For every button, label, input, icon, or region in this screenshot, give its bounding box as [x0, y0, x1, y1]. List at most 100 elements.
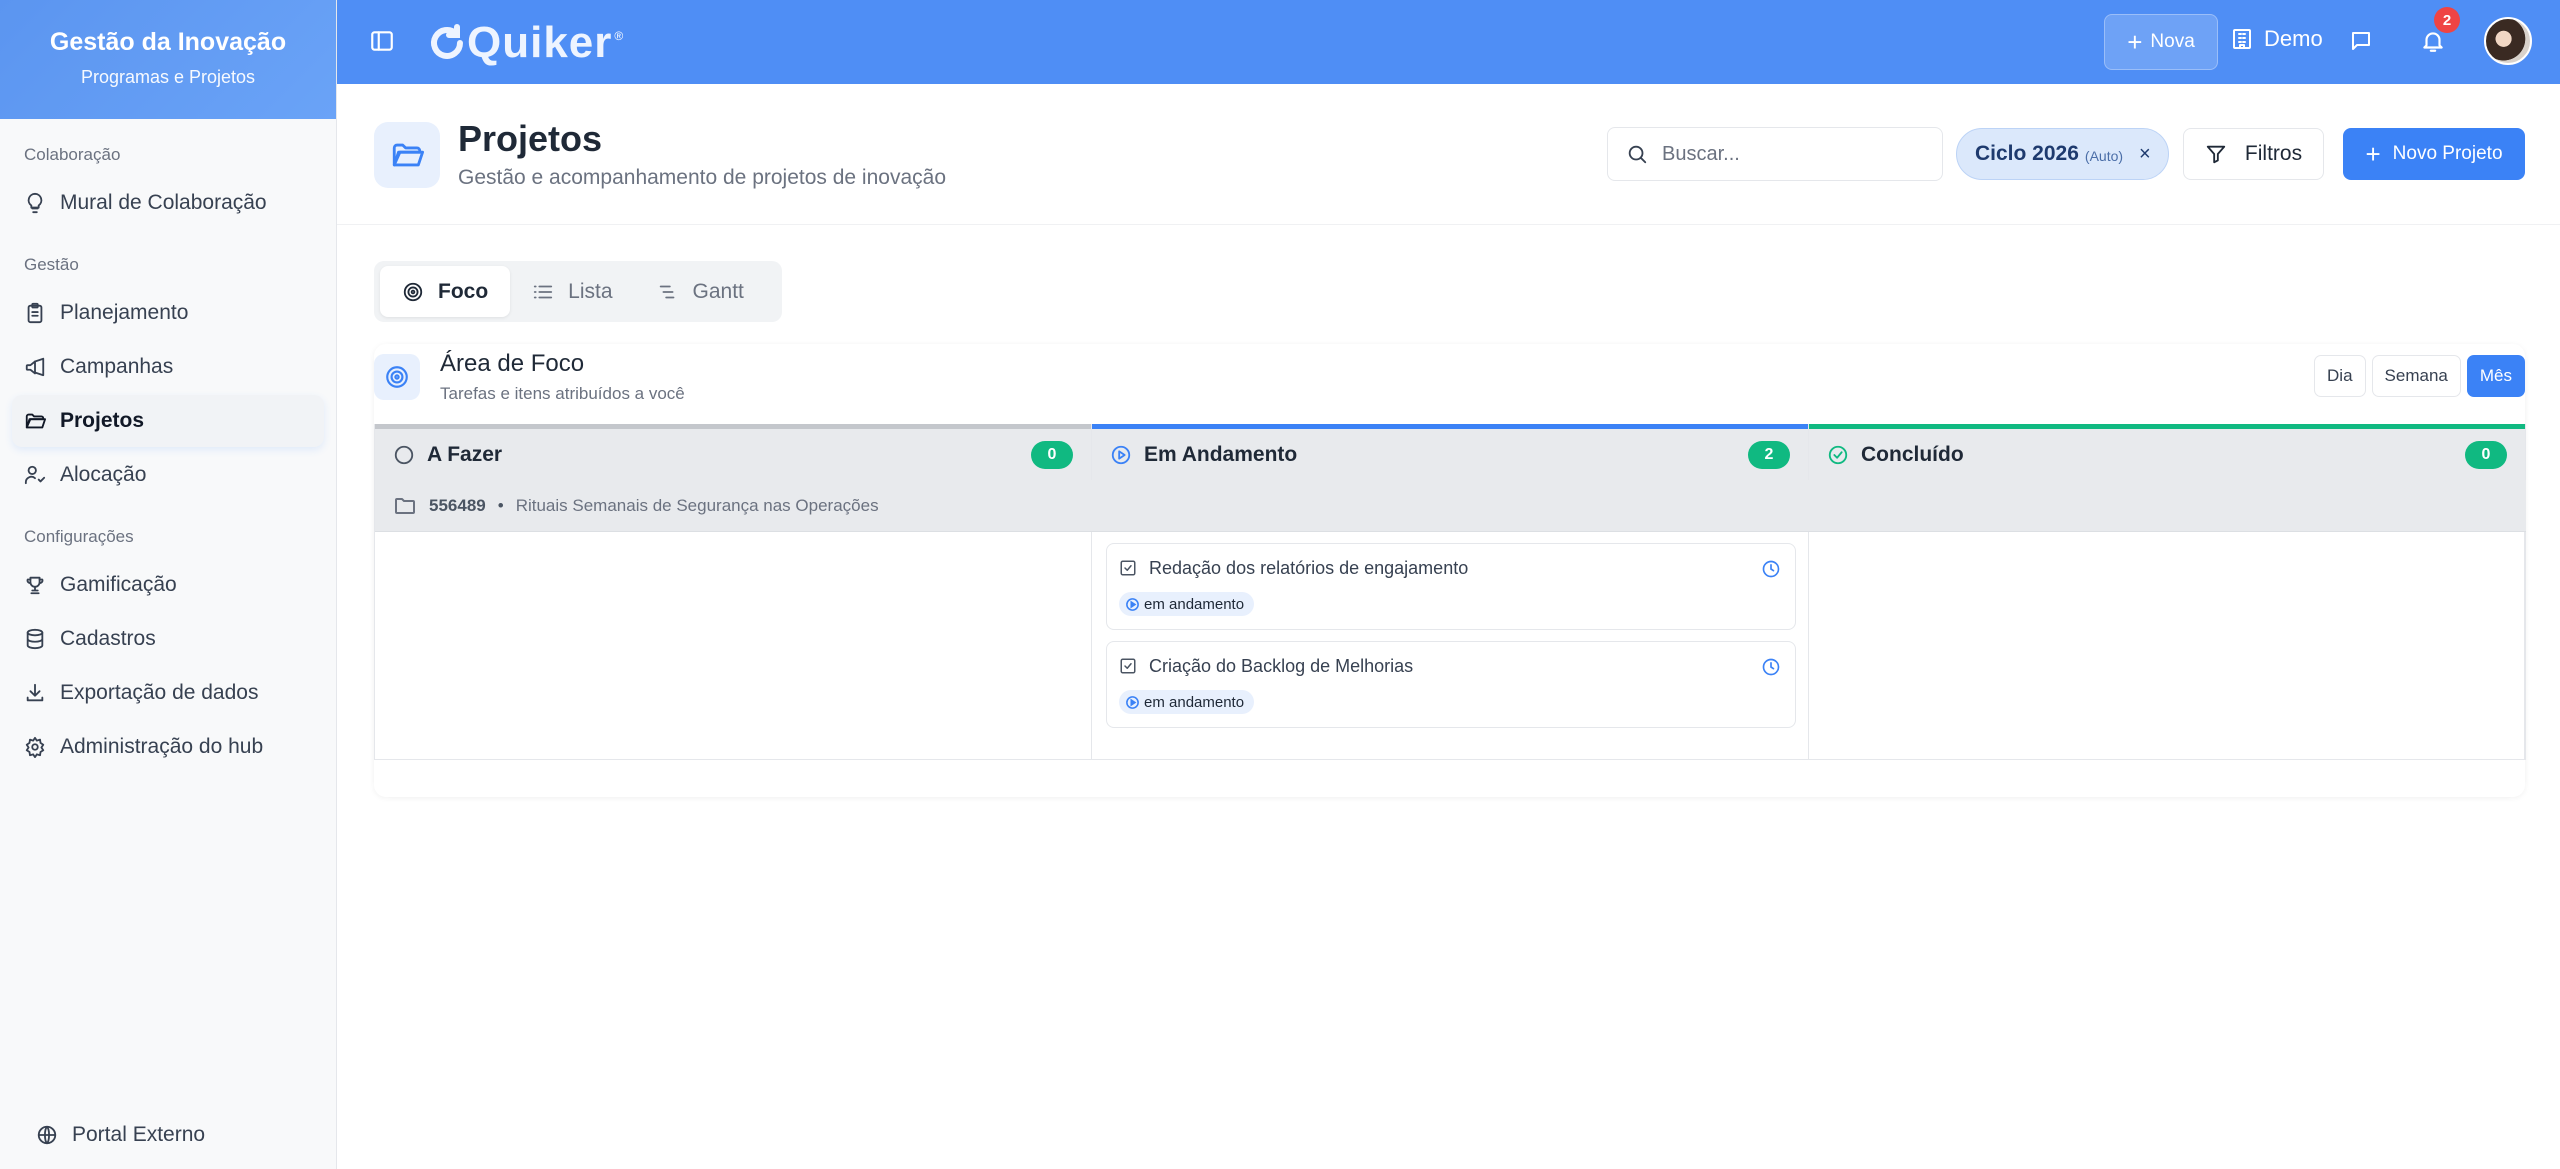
new-item-button[interactable]: + Nova	[2104, 14, 2218, 70]
sidebar-item-planejamento[interactable]: Planejamento	[12, 287, 324, 339]
sidebar-item-label: Exportação de dados	[60, 681, 259, 704]
sidebar-title: Gestão da Inovação	[49, 28, 287, 56]
cycle-label: Ciclo 2026	[1975, 142, 2079, 165]
trophy-icon	[26, 576, 44, 595]
period-month-button[interactable]: Mês	[2466, 355, 2525, 397]
status-badge-label: em andamento	[1144, 693, 1245, 711]
sidebar-item-alocacao[interactable]: Alocação	[12, 449, 324, 501]
column-title: Em Andamento	[1144, 442, 1298, 466]
sidebar-item-portal-externo[interactable]: Portal Externo	[24, 1109, 337, 1161]
brand-logo[interactable]: Quiker ®	[427, 18, 623, 68]
folder-open-icon	[392, 143, 424, 167]
sidebar-item-label: Planejamento	[60, 301, 189, 324]
play-circle-icon	[1111, 445, 1131, 464]
clipboard-icon	[27, 302, 43, 324]
period-week-button[interactable]: Semana	[2371, 355, 2461, 397]
user-check-icon	[24, 465, 46, 485]
sidebar-item-label: Alocação	[60, 463, 147, 486]
new-item-label: Nova	[2150, 31, 2195, 52]
status-badge-label: em andamento	[1144, 595, 1245, 613]
sidebar-item-campanhas[interactable]: Campanhas	[12, 341, 324, 393]
search-input[interactable]	[1662, 142, 1922, 166]
filters-label: Filtros	[2244, 142, 2303, 165]
sidebar-toggle-icon[interactable]	[369, 28, 395, 54]
sidebar-section-label: Colaboração	[24, 145, 121, 164]
sidebar-subtitle: Programas e Projetos	[80, 67, 256, 87]
column-count-badge: 0	[2465, 440, 2507, 469]
column-title: Concluído	[1861, 442, 1964, 466]
globe-icon	[37, 1125, 57, 1145]
check-circle-icon	[1828, 445, 1848, 464]
workspace-label: Demo	[2264, 26, 2323, 51]
brand-name: Quiker	[467, 18, 613, 67]
tab-gantt[interactable]: Gantt	[635, 266, 766, 317]
sidebar-section-label: Gestão	[24, 255, 79, 274]
workspace-selector[interactable]: Demo	[2230, 26, 2323, 52]
download-icon	[26, 683, 44, 702]
period-day-button[interactable]: Dia	[2314, 355, 2366, 397]
focus-area: Área de Foco Tarefas e itens atribuídos …	[374, 344, 2526, 797]
search-box[interactable]	[1607, 127, 1943, 181]
focus-subtitle: Tarefas e itens atribuídos a você	[440, 384, 685, 403]
header-divider	[337, 224, 2560, 225]
column-count-badge: 0	[1031, 440, 1073, 469]
sidebar-item-label: Projetos	[60, 409, 145, 432]
tab-label: Gantt	[692, 279, 744, 303]
task-card[interactable]: Criação do Backlog de Melhorias em andam…	[1106, 641, 1796, 728]
target-icon	[386, 366, 408, 388]
column-header: Em Andamento 2	[1092, 424, 1808, 480]
sidebar-item-gamificacao[interactable]: Gamificação	[12, 559, 324, 611]
page-subtitle: Gestão e acompanhamento de projetos de i…	[458, 166, 946, 189]
project-id: 556489	[429, 495, 486, 515]
page-title: Projetos	[458, 118, 603, 159]
new-project-label: Novo Projeto	[2392, 143, 2503, 164]
close-icon[interactable]: ×	[2139, 143, 2151, 166]
sidebar-item-exportacao[interactable]: Exportação de dados	[12, 667, 324, 719]
plus-icon: +	[2365, 138, 2381, 169]
sidebar-item-label: Administração do hub	[60, 735, 264, 758]
avatar[interactable]	[2484, 17, 2532, 65]
topbar: Quiker ® + Nova Demo 2	[337, 0, 2560, 84]
lightbulb-icon	[27, 192, 43, 214]
play-circle-icon	[1126, 597, 1139, 611]
cycle-filter-chip[interactable]: Ciclo 2026 (Auto) ×	[1956, 128, 2169, 180]
sidebar-header: Gestão da Inovação Programas e Projetos	[0, 0, 336, 119]
focus-icon	[374, 354, 420, 400]
kanban-column-todo: A Fazer 0	[375, 424, 1092, 760]
kanban-column-in-progress: Em Andamento 2 Redação dos relatórios de…	[1092, 424, 1809, 760]
checkbox-icon	[1120, 658, 1136, 674]
sidebar-item-projetos[interactable]: Projetos	[12, 395, 324, 447]
checkbox-icon	[1120, 560, 1136, 576]
new-project-button[interactable]: + Novo Projeto	[2343, 128, 2525, 180]
clock-icon	[1762, 560, 1780, 578]
task-name: Criação do Backlog de Melhorias	[1149, 656, 1414, 676]
column-count-badge: 2	[1748, 440, 1790, 469]
separator-dot: •	[497, 495, 504, 515]
sidebar-item-administracao[interactable]: Administração do hub	[12, 721, 324, 773]
folder-icon	[395, 497, 415, 514]
circle-icon	[394, 445, 414, 464]
view-tabs: Foco Lista Gantt	[374, 261, 782, 322]
chat-icon[interactable]	[2349, 29, 2373, 53]
clock-icon	[1762, 658, 1780, 676]
filters-button[interactable]: Filtros	[2183, 128, 2324, 180]
period-selector: Dia Semana Mês	[2314, 355, 2525, 397]
tab-lista[interactable]: Lista	[510, 266, 634, 317]
status-badge: em andamento	[1119, 690, 1255, 714]
refresh-logo-icon	[431, 24, 463, 59]
project-group-row[interactable]: 556489 • Rituais Semanais de Segurança n…	[375, 480, 2526, 532]
page-icon	[374, 122, 440, 188]
status-badge: em andamento	[1119, 592, 1255, 616]
sidebar-item-label: Gamificação	[60, 573, 177, 596]
brand-registered-mark: ®	[614, 29, 624, 43]
tab-foco[interactable]: Foco	[380, 266, 511, 317]
gantt-icon	[659, 285, 674, 298]
sidebar-item-cadastros[interactable]: Cadastros	[12, 613, 324, 665]
task-name: Redação dos relatórios de engajamento	[1149, 558, 1469, 578]
task-card[interactable]: Redação dos relatórios de engajamento em…	[1106, 543, 1796, 630]
tab-label: Foco	[438, 279, 489, 303]
sidebar-item-label: Cadastros	[60, 627, 156, 650]
filter-icon	[2206, 145, 2226, 164]
plus-icon: +	[2127, 26, 2143, 57]
sidebar-item-mural[interactable]: Mural de Colaboração	[12, 177, 324, 229]
